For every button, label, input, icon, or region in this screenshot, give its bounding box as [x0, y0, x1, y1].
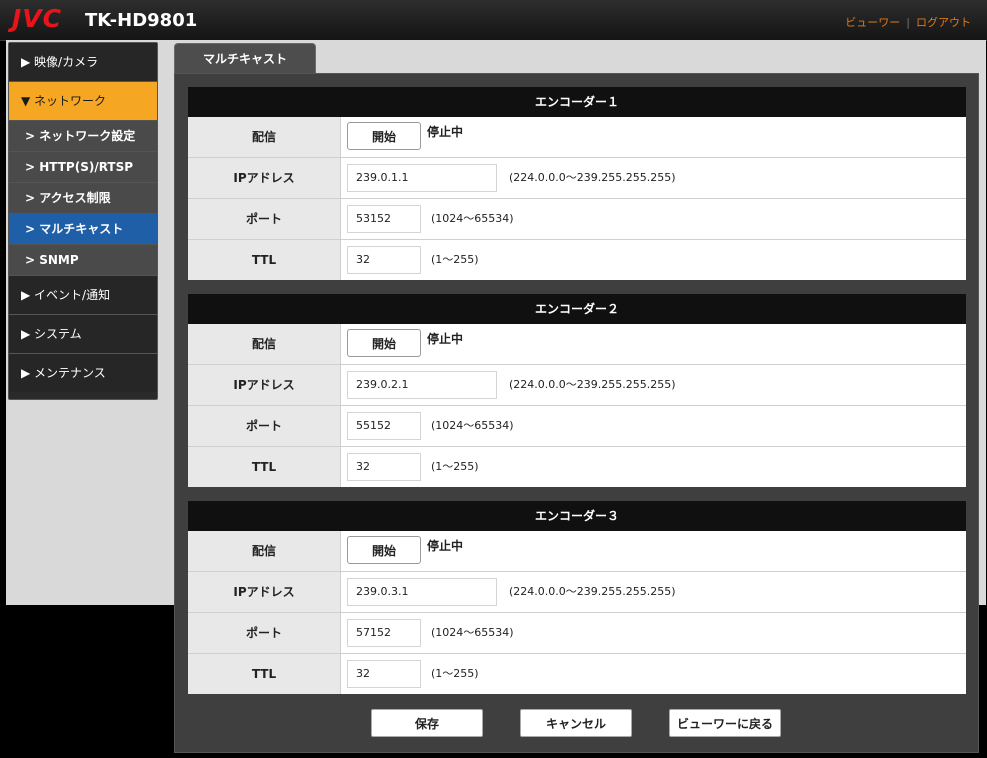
encoder-title: エンコーダー３: [188, 501, 966, 531]
sidebar-item-event-notification[interactable]: ▶ イベント/通知: [9, 276, 157, 315]
content-panel: エンコーダー１ 配信 開始 停止中 IPアドレス 239.0.1.1 (224.…: [174, 73, 979, 753]
port-field[interactable]: 55152: [347, 412, 421, 440]
ip-row: IPアドレス 239.0.1.1 (224.0.0.0〜239.255.255.…: [188, 158, 966, 199]
encoder-section-1: エンコーダー１ 配信 開始 停止中 IPアドレス 239.0.1.1 (224.…: [188, 87, 966, 280]
delivery-label: 配信: [188, 324, 341, 364]
encoder-section-2: エンコーダー２ 配信 開始 停止中 IPアドレス 239.0.2.1 (224.…: [188, 294, 966, 487]
app-root: JVC TK-HD9801 ビューワー | ログアウト ▶ 映像/カメラ ▼ ネット…: [0, 0, 987, 758]
port-field[interactable]: 57152: [347, 619, 421, 647]
brand-logo: JVC: [12, 4, 62, 33]
port-row: ポート 57152 (1024〜65534): [188, 613, 966, 654]
sidebar-item-system[interactable]: ▶ システム: [9, 315, 157, 354]
sidebar-item-network[interactable]: ▼ ネットワーク: [9, 82, 157, 121]
ttl-label: TTL: [188, 240, 341, 280]
port-label: ポート: [188, 613, 341, 653]
port-range-hint: (1024〜65534): [431, 212, 514, 225]
sidebar-subitem-snmp[interactable]: > SNMP: [9, 245, 157, 276]
ttl-row: TTL 32 (1〜255): [188, 447, 966, 487]
sidebar: ▶ 映像/カメラ ▼ ネットワーク > ネットワーク設定 > HTTP(S)/R…: [8, 42, 158, 400]
port-range-hint: (1024〜65534): [431, 626, 514, 639]
ip-address-field[interactable]: 239.0.1.1: [347, 164, 497, 192]
header-bar: JVC TK-HD9801 ビューワー | ログアウト: [0, 0, 987, 41]
sidebar-item-video-camera[interactable]: ▶ 映像/カメラ: [9, 43, 157, 82]
encoder-title: エンコーダー２: [188, 294, 966, 324]
ttl-field[interactable]: 32: [347, 660, 421, 688]
start-button[interactable]: 開始: [347, 329, 421, 357]
sidebar-subitem-multicast[interactable]: > マルチキャスト: [9, 214, 157, 245]
ip-label: IPアドレス: [188, 572, 341, 612]
delivery-status: 停止中: [427, 539, 464, 553]
logout-link[interactable]: ログアウト: [916, 16, 971, 29]
delivery-status: 停止中: [427, 332, 464, 346]
ip-label: IPアドレス: [188, 365, 341, 405]
header-separator: |: [906, 16, 910, 29]
ip-range-hint: (224.0.0.0〜239.255.255.255): [509, 585, 676, 598]
ip-address-field[interactable]: 239.0.2.1: [347, 371, 497, 399]
viewer-link[interactable]: ビューワー: [845, 16, 900, 29]
start-button[interactable]: 開始: [347, 122, 421, 150]
sidebar-subitem-network-settings[interactable]: > ネットワーク設定: [9, 121, 157, 152]
ip-range-hint: (224.0.0.0〜239.255.255.255): [509, 171, 676, 184]
ttl-range-hint: (1〜255): [431, 253, 479, 266]
encoder-title: エンコーダー１: [188, 87, 966, 117]
start-button[interactable]: 開始: [347, 536, 421, 564]
tab-multicast[interactable]: マルチキャスト: [174, 43, 316, 74]
port-range-hint: (1024〜65534): [431, 419, 514, 432]
ttl-row: TTL 32 (1〜255): [188, 654, 966, 694]
delivery-row: 配信 開始 停止中: [188, 531, 966, 572]
ip-label: IPアドレス: [188, 158, 341, 198]
model-name: TK-HD9801: [85, 10, 198, 31]
port-label: ポート: [188, 199, 341, 239]
ttl-range-hint: (1〜255): [431, 460, 479, 473]
sidebar-subitem-access-control[interactable]: > アクセス制限: [9, 183, 157, 214]
ttl-field[interactable]: 32: [347, 453, 421, 481]
back-to-viewer-button[interactable]: ビューワーに戻る: [669, 709, 781, 737]
delivery-label: 配信: [188, 117, 341, 157]
delivery-row: 配信 開始 停止中: [188, 324, 966, 365]
ttl-field[interactable]: 32: [347, 246, 421, 274]
sidebar-subitem-http-rtsp[interactable]: > HTTP(S)/RTSP: [9, 152, 157, 183]
action-bar: 保存 キャンセル ビューワーに戻る: [175, 709, 978, 739]
ip-range-hint: (224.0.0.0〜239.255.255.255): [509, 378, 676, 391]
ip-row: IPアドレス 239.0.2.1 (224.0.0.0〜239.255.255.…: [188, 365, 966, 406]
delivery-label: 配信: [188, 531, 341, 571]
port-label: ポート: [188, 406, 341, 446]
delivery-row: 配信 開始 停止中: [188, 117, 966, 158]
delivery-status: 停止中: [427, 125, 464, 139]
ip-row: IPアドレス 239.0.3.1 (224.0.0.0〜239.255.255.…: [188, 572, 966, 613]
header-links: ビューワー | ログアウト: [845, 14, 971, 30]
ttl-label: TTL: [188, 654, 341, 694]
save-button[interactable]: 保存: [371, 709, 483, 737]
port-field[interactable]: 53152: [347, 205, 421, 233]
ttl-row: TTL 32 (1〜255): [188, 240, 966, 280]
port-row: ポート 53152 (1024〜65534): [188, 199, 966, 240]
ttl-label: TTL: [188, 447, 341, 487]
port-row: ポート 55152 (1024〜65534): [188, 406, 966, 447]
encoder-section-3: エンコーダー３ 配信 開始 停止中 IPアドレス 239.0.3.1 (224.…: [188, 501, 966, 694]
ip-address-field[interactable]: 239.0.3.1: [347, 578, 497, 606]
sidebar-item-maintenance[interactable]: ▶ メンテナンス: [9, 354, 157, 392]
cancel-button[interactable]: キャンセル: [520, 709, 632, 737]
ttl-range-hint: (1〜255): [431, 667, 479, 680]
